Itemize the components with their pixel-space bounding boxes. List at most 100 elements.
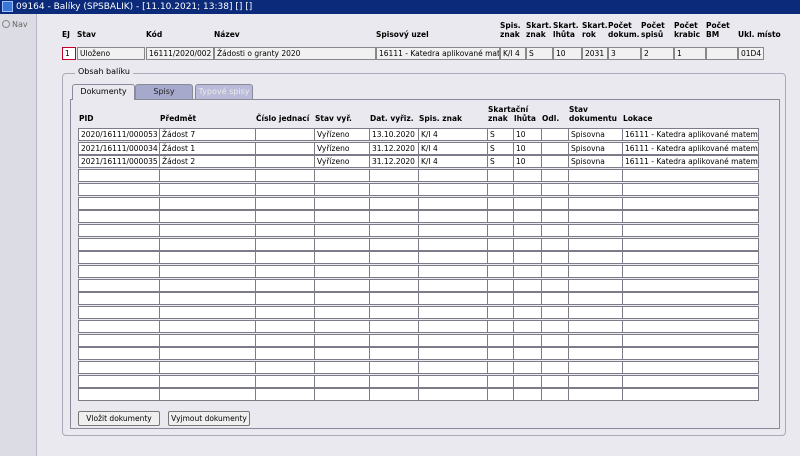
table-cell-spis-znak[interactable] bbox=[418, 265, 488, 278]
table-cell-skart-lhuta[interactable] bbox=[513, 265, 542, 278]
table-cell-skart-lhuta[interactable] bbox=[513, 319, 542, 333]
table-cell-pid[interactable] bbox=[78, 306, 160, 320]
header-field-kod[interactable]: 16111/2020/002 bbox=[146, 47, 214, 60]
table-cell-predmet[interactable] bbox=[159, 306, 256, 320]
table-cell-stav-vyr[interactable] bbox=[314, 251, 370, 265]
table-cell-dat-vyriz[interactable] bbox=[369, 265, 419, 278]
table-cell-skart-znak[interactable] bbox=[487, 182, 514, 196]
table-cell-skart-znak[interactable] bbox=[487, 265, 514, 278]
table-cell-odl[interactable] bbox=[541, 278, 569, 292]
header-field-skart-rok[interactable]: 2031 bbox=[582, 47, 608, 60]
table-cell-spis-znak[interactable] bbox=[418, 319, 488, 333]
table-cell-spis-znak[interactable] bbox=[418, 196, 488, 210]
table-cell-skart-lhuta[interactable]: 10 bbox=[513, 155, 542, 169]
table-cell-stav-vyr[interactable]: Vyřízeno bbox=[314, 128, 370, 141]
table-cell-skart-lhuta[interactable] bbox=[513, 210, 542, 224]
table-cell-lokace[interactable]: 16111 - Katedra aplikované matematiky bbox=[622, 141, 759, 155]
table-cell-spis-znak[interactable] bbox=[418, 347, 488, 361]
table-cell-cislo-jednaci[interactable] bbox=[255, 128, 315, 141]
table-cell-cislo-jednaci[interactable] bbox=[255, 265, 315, 278]
tab-documents[interactable]: Dokumenty bbox=[72, 84, 135, 100]
table-cell-skart-znak[interactable] bbox=[487, 306, 514, 320]
table-cell-dat-vyriz[interactable] bbox=[369, 251, 419, 265]
table-cell-skart-znak[interactable] bbox=[487, 374, 514, 388]
table-cell-dat-vyriz[interactable] bbox=[369, 306, 419, 320]
table-cell-predmet[interactable] bbox=[159, 169, 256, 183]
table-cell-spis-znak[interactable] bbox=[418, 251, 488, 265]
table-cell-stav-dokumentu[interactable] bbox=[568, 169, 623, 183]
table-cell-spis-znak[interactable] bbox=[418, 333, 488, 347]
table-cell-spis-znak[interactable]: K/I 4 bbox=[418, 128, 488, 141]
table-cell-cislo-jednaci[interactable] bbox=[255, 333, 315, 347]
table-cell-odl[interactable] bbox=[541, 169, 569, 183]
table-cell-stav-vyr[interactable] bbox=[314, 374, 370, 388]
table-cell-predmet[interactable] bbox=[159, 182, 256, 196]
table-cell-predmet[interactable] bbox=[159, 292, 256, 306]
table-cell-stav-vyr[interactable] bbox=[314, 278, 370, 292]
table-cell-skart-lhuta[interactable] bbox=[513, 333, 542, 347]
header-field-pocet-spisu[interactable]: 2 bbox=[641, 47, 674, 60]
table-cell-pid[interactable] bbox=[78, 265, 160, 278]
table-cell-stav-dokumentu[interactable] bbox=[568, 319, 623, 333]
table-cell-skart-znak[interactable] bbox=[487, 292, 514, 306]
table-cell-skart-lhuta[interactable] bbox=[513, 360, 542, 374]
table-cell-dat-vyriz[interactable]: 13.10.2020 bbox=[369, 128, 419, 141]
table-cell-lokace[interactable] bbox=[622, 388, 759, 402]
table-cell-spis-znak[interactable] bbox=[418, 169, 488, 183]
table-cell-dat-vyriz[interactable] bbox=[369, 347, 419, 361]
table-cell-skart-znak[interactable] bbox=[487, 196, 514, 210]
table-cell-spis-znak[interactable] bbox=[418, 306, 488, 320]
table-cell-predmet[interactable] bbox=[159, 360, 256, 374]
table-cell-predmet[interactable]: Žádost 2 bbox=[159, 155, 256, 169]
table-cell-stav-dokumentu[interactable] bbox=[568, 306, 623, 320]
table-cell-spis-znak[interactable]: K/I 4 bbox=[418, 155, 488, 169]
table-cell-skart-lhuta[interactable] bbox=[513, 196, 542, 210]
table-cell-pid[interactable] bbox=[78, 223, 160, 237]
table-cell-pid[interactable] bbox=[78, 237, 160, 251]
table-cell-dat-vyriz[interactable] bbox=[369, 319, 419, 333]
header-field-pocet-dokum[interactable]: 3 bbox=[608, 47, 641, 60]
header-field-ukl-misto[interactable]: 01D4 bbox=[738, 47, 764, 60]
table-cell-odl[interactable] bbox=[541, 292, 569, 306]
table-cell-skart-znak[interactable] bbox=[487, 210, 514, 224]
table-cell-dat-vyriz[interactable] bbox=[369, 278, 419, 292]
table-cell-predmet[interactable] bbox=[159, 333, 256, 347]
header-field-spis-znak[interactable]: K/I 4 bbox=[500, 47, 526, 60]
table-cell-predmet[interactable]: Žádost 1 bbox=[159, 141, 256, 155]
table-cell-skart-znak[interactable] bbox=[487, 319, 514, 333]
table-cell-predmet[interactable] bbox=[159, 265, 256, 278]
table-cell-stav-vyr[interactable] bbox=[314, 196, 370, 210]
header-field-skart-znak[interactable]: S bbox=[526, 47, 553, 60]
table-cell-stav-dokumentu[interactable] bbox=[568, 196, 623, 210]
table-cell-cislo-jednaci[interactable] bbox=[255, 374, 315, 388]
table-cell-lokace[interactable] bbox=[622, 333, 759, 347]
table-cell-stav-dokumentu[interactable] bbox=[568, 251, 623, 265]
table-cell-stav-vyr[interactable] bbox=[314, 292, 370, 306]
table-cell-dat-vyriz[interactable]: 31.12.2020 bbox=[369, 155, 419, 169]
table-cell-skart-lhuta[interactable] bbox=[513, 251, 542, 265]
table-cell-odl[interactable] bbox=[541, 182, 569, 196]
table-cell-lokace[interactable] bbox=[622, 196, 759, 210]
table-cell-spis-znak[interactable] bbox=[418, 223, 488, 237]
table-cell-stav-dokumentu[interactable] bbox=[568, 278, 623, 292]
table-cell-odl[interactable] bbox=[541, 347, 569, 361]
table-cell-dat-vyriz[interactable] bbox=[369, 210, 419, 224]
table-cell-stav-vyr[interactable]: Vyřízeno bbox=[314, 155, 370, 169]
table-cell-pid[interactable] bbox=[78, 333, 160, 347]
table-cell-lokace[interactable] bbox=[622, 182, 759, 196]
table-cell-skart-znak[interactable] bbox=[487, 223, 514, 237]
table-cell-odl[interactable] bbox=[541, 210, 569, 224]
table-cell-predmet[interactable] bbox=[159, 347, 256, 361]
table-cell-dat-vyriz[interactable] bbox=[369, 333, 419, 347]
table-cell-cislo-jednaci[interactable] bbox=[255, 292, 315, 306]
table-cell-predmet[interactable] bbox=[159, 223, 256, 237]
table-cell-stav-vyr[interactable] bbox=[314, 388, 370, 402]
table-cell-odl[interactable] bbox=[541, 333, 569, 347]
header-field-spisovy-uzel[interactable]: 16111 - Katedra aplikované matematiky bbox=[376, 47, 500, 60]
table-cell-cislo-jednaci[interactable] bbox=[255, 237, 315, 251]
table-cell-cislo-jednaci[interactable] bbox=[255, 155, 315, 169]
table-cell-lokace[interactable] bbox=[622, 169, 759, 183]
table-cell-lokace[interactable] bbox=[622, 223, 759, 237]
table-cell-cislo-jednaci[interactable] bbox=[255, 169, 315, 183]
table-cell-spis-znak[interactable] bbox=[418, 278, 488, 292]
